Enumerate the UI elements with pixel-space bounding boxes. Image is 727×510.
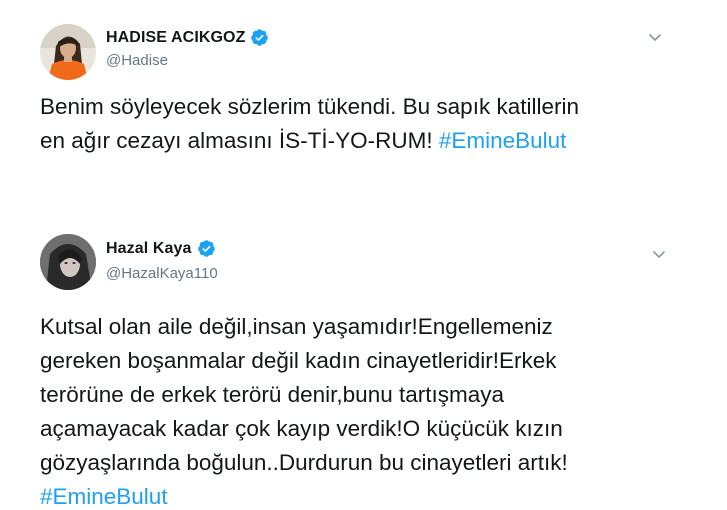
verified-badge-icon bbox=[197, 240, 215, 257]
hashtag-link[interactable]: #EmineBulut bbox=[40, 480, 700, 510]
user-photo-icon bbox=[40, 24, 96, 80]
tweet-text: Benim söyleyecek sözlerim tükendi. Bu sa… bbox=[40, 90, 700, 158]
tweet-card: Hazal Kaya @HazalKaya110 Kutsal olan ail… bbox=[0, 218, 727, 510]
author-name-row: HADISE ACIKGOZ bbox=[106, 28, 269, 47]
tweet-text-line: terörüne de erkek terörü denir,bunu tart… bbox=[40, 382, 505, 407]
chevron-down-icon[interactable] bbox=[650, 245, 668, 263]
tweet-text-line: açamayacak kadar çok kayıp verdik!O küçü… bbox=[40, 416, 563, 441]
handle[interactable]: @HazalKaya110 bbox=[106, 265, 218, 282]
tweet-text: Kutsal olan aile değil,insan yaşamıdır!E… bbox=[40, 310, 700, 510]
tweet-text-line: gözyaşlarında boğulun..Durdurun bu cinay… bbox=[40, 450, 568, 475]
user-photo-icon bbox=[40, 234, 96, 290]
hashtag-link[interactable]: #EmineBulut bbox=[439, 128, 567, 153]
display-name[interactable]: HADISE ACIKGOZ bbox=[106, 29, 245, 47]
handle[interactable]: @Hadise bbox=[106, 52, 168, 69]
verified-badge-icon bbox=[251, 29, 269, 46]
display-name[interactable]: Hazal Kaya bbox=[106, 240, 192, 258]
author-name-row: Hazal Kaya bbox=[106, 239, 216, 258]
tweet-text-segment: en ağır cezayı almasını İS-Tİ-YO-RUM! bbox=[40, 128, 439, 153]
avatar[interactable] bbox=[40, 24, 96, 80]
tweet-text-line: gereken boşanmalar değil kadın cinayetle… bbox=[40, 348, 557, 373]
chevron-down-icon[interactable] bbox=[646, 28, 664, 46]
tweet-text-line: Benim söyleyecek sözlerim tükendi. Bu sa… bbox=[40, 94, 579, 119]
tweet-card: HADISE ACIKGOZ @Hadise Benim söyleyecek … bbox=[0, 0, 727, 218]
tweet-text-line: Kutsal olan aile değil,insan yaşamıdır!E… bbox=[40, 314, 553, 339]
tweet-text-line: en ağır cezayı almasını İS-Tİ-YO-RUM! #E… bbox=[40, 124, 700, 158]
avatar[interactable] bbox=[40, 234, 96, 290]
